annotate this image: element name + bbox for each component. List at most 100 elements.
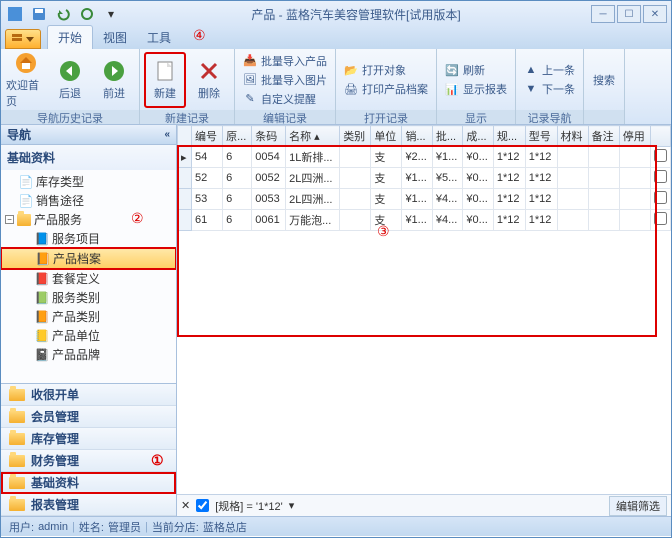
save-icon[interactable] xyxy=(29,4,49,24)
minimize-button[interactable]: ─ xyxy=(591,5,615,23)
report-icon: 📊 xyxy=(445,82,459,96)
grid-area: 编号 原... 条码 名称 ▴ 类别 单位 销... 批... 成... 规..… xyxy=(177,125,671,516)
table-row[interactable]: 52600522L四洲... 支¥1...¥5... ¥0...1*121*12 xyxy=(178,168,671,189)
tree-prod-archive[interactable]: 📙产品档案 xyxy=(1,248,176,269)
data-grid[interactable]: 编号 原... 条码 名称 ▴ 类别 单位 销... 批... 成... 规..… xyxy=(177,125,671,494)
edit-filter-button[interactable]: 编辑筛选 xyxy=(609,496,667,516)
tab-view[interactable]: 视图 xyxy=(93,26,137,49)
col-model[interactable]: 型号 xyxy=(525,126,557,147)
col-cost[interactable]: 成... xyxy=(463,126,493,147)
show-report-button[interactable]: 📊显示报表 xyxy=(441,80,511,98)
prev-record-button[interactable]: ▲上一条 xyxy=(520,61,579,79)
folder-icon xyxy=(9,455,25,467)
row-checkbox[interactable] xyxy=(654,170,667,183)
tree-stock-type[interactable]: 📄库存类型 xyxy=(1,172,176,191)
tree-prod-service[interactable]: −产品服务 xyxy=(1,210,176,229)
cat-stock[interactable]: 库存管理 xyxy=(1,428,176,450)
tree-pkg-def[interactable]: 📕套餐定义 xyxy=(1,269,176,288)
import-icon: 📥 xyxy=(243,54,257,68)
tree-prod-unit[interactable]: 📒产品单位 xyxy=(1,326,176,345)
col-no[interactable]: 编号 xyxy=(192,126,223,147)
print-icon: 🖨 xyxy=(344,82,358,96)
tab-tool[interactable]: 工具 xyxy=(137,26,181,49)
col-barcode[interactable]: 条码 xyxy=(252,126,286,147)
delete-button[interactable]: 删除 xyxy=(188,52,230,108)
col-sale[interactable]: 销... xyxy=(402,126,432,147)
cat-base[interactable]: 基础资料 xyxy=(1,472,176,494)
col-orig[interactable]: 原... xyxy=(223,126,252,147)
print-archive-button[interactable]: 🖨打印产品档案 xyxy=(340,80,432,98)
delete-icon xyxy=(197,59,221,83)
refresh-icon: 🔄 xyxy=(445,63,459,77)
app-menu-button[interactable] xyxy=(5,29,41,49)
tree-prod-cat[interactable]: 📙产品类别 xyxy=(1,307,176,326)
custom-note-button[interactable]: ✎自定义提醒 xyxy=(239,90,331,108)
redo-icon[interactable] xyxy=(77,4,97,24)
welcome-button[interactable]: 欢迎首页 xyxy=(5,52,47,108)
cat-receipt[interactable]: 收很开单 xyxy=(1,384,176,406)
close-button[interactable]: ✕ xyxy=(643,5,667,23)
folder-icon xyxy=(9,477,25,489)
row-checkbox[interactable] xyxy=(654,149,667,162)
app-icon[interactable] xyxy=(5,4,25,24)
tree-sale-channel[interactable]: 📄销售途径 xyxy=(1,191,176,210)
group-recnav-label: 记录导航 xyxy=(516,110,583,124)
filter-text: [规格] = '1*12' xyxy=(215,498,282,514)
chevron-left-icon: « xyxy=(164,129,170,140)
collapse-icon[interactable]: − xyxy=(5,215,14,224)
col-spec[interactable]: 规... xyxy=(493,126,525,147)
doc-icon: 📕 xyxy=(35,272,49,286)
forward-icon xyxy=(102,59,126,83)
forward-button[interactable]: 前进 xyxy=(93,52,135,108)
table-row[interactable]: 53600532L四洲... 支¥1...¥4... ¥0...1*121*12 xyxy=(178,189,671,210)
refresh-button[interactable]: 🔄刷新 xyxy=(441,61,511,79)
grid-footer: ✕ [规格] = '1*12' ▾ 编辑筛选 xyxy=(177,494,671,516)
back-icon xyxy=(58,59,82,83)
next-record-button[interactable]: ▼下一条 xyxy=(520,80,579,98)
col-check[interactable] xyxy=(651,126,671,147)
col-name[interactable]: 名称 ▴ xyxy=(286,126,340,147)
doc-icon: 📙 xyxy=(35,310,49,324)
tree-service-item[interactable]: 📘服务项目 xyxy=(1,229,176,248)
status-user: admin xyxy=(38,521,68,533)
tree-prod-brand[interactable]: 📓产品品牌 xyxy=(1,345,176,364)
open-object-button[interactable]: 📂打开对象 xyxy=(340,61,432,79)
open-icon: 📂 xyxy=(344,63,358,77)
col-disable[interactable]: 停用 xyxy=(619,126,650,147)
undo-icon[interactable] xyxy=(53,4,73,24)
qat-dropdown-icon[interactable]: ▾ xyxy=(101,4,121,24)
tab-start[interactable]: 开始 xyxy=(47,25,93,49)
maximize-button[interactable]: ☐ xyxy=(617,5,641,23)
cat-report[interactable]: 报表管理 xyxy=(1,494,176,516)
batch-import-prod-button[interactable]: 📥批量导入产品 xyxy=(239,52,331,70)
folder-icon xyxy=(9,411,25,423)
cat-member[interactable]: 会员管理 xyxy=(1,406,176,428)
doc-icon: 📄 xyxy=(19,175,33,189)
table-row[interactable]: 6160061万能泡... 支¥1...¥4... ¥0...1*121*12 xyxy=(178,210,671,231)
row-checkbox[interactable] xyxy=(654,212,667,225)
col-batch[interactable]: 批... xyxy=(432,126,462,147)
filter-close-icon[interactable]: ✕ xyxy=(181,499,190,512)
doc-icon: 📗 xyxy=(35,291,49,305)
new-button[interactable]: 新建 xyxy=(144,52,186,108)
col-material[interactable]: 材料 xyxy=(557,126,588,147)
nav-tree: 📄库存类型 📄销售途径 −产品服务 ② 📘服务项目 📙产品档案 📕套餐定义 📗服… xyxy=(1,170,176,383)
col-remark[interactable]: 备注 xyxy=(588,126,619,147)
ribbon: 欢迎首页 后退 前进 导航历史记录 新建 删除 新建记录 📥批量导入产品 🖼批量… xyxy=(1,49,671,125)
cat-finance[interactable]: 财务管理① xyxy=(1,450,176,472)
edit-icon: ✎ xyxy=(243,92,257,106)
batch-import-img-button[interactable]: 🖼批量导入图片 xyxy=(239,71,331,89)
col-unit[interactable]: 单位 xyxy=(371,126,402,147)
menu-tabs: 开始 视图 工具 ④ xyxy=(1,27,671,49)
tree-service-cat[interactable]: 📗服务类别 xyxy=(1,288,176,307)
back-button[interactable]: 后退 xyxy=(49,52,91,108)
nav-header[interactable]: 导航« xyxy=(1,125,176,145)
search-button[interactable]: 搜索 xyxy=(588,52,620,108)
col-cat[interactable]: 类别 xyxy=(340,126,371,147)
table-row[interactable]: ▸ 54600541L新排... 支¥2...¥1... ¥0...1*121*… xyxy=(178,147,671,168)
doc-icon: 📘 xyxy=(35,232,49,246)
new-icon xyxy=(153,59,177,83)
row-checkbox[interactable] xyxy=(654,191,667,204)
filter-dropdown-icon[interactable]: ▾ xyxy=(289,499,295,512)
filter-checkbox[interactable] xyxy=(196,499,209,512)
